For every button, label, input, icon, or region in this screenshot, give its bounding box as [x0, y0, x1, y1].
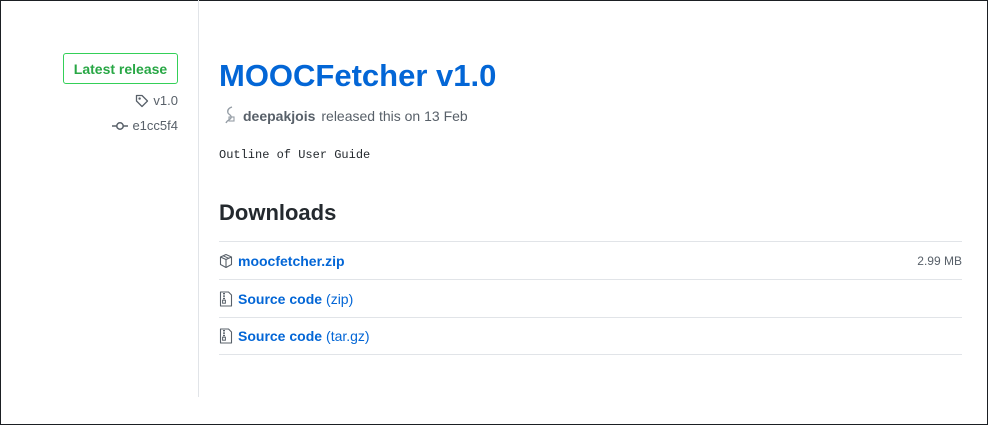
asset-name[interactable]: Source code	[238, 291, 322, 307]
release-meta-column: Latest release v1.0 e1cc5f4	[0, 0, 199, 397]
release-tag[interactable]: v1.0	[135, 93, 178, 108]
author-link[interactable]: deepakjois	[243, 108, 315, 124]
asset-format[interactable]: (tar.gz)	[326, 328, 370, 344]
commit-sha: e1cc5f4	[132, 118, 178, 133]
downloads-list: moocfetcher.zip 2.99 MB Source code (zip…	[219, 241, 962, 355]
file-zip-icon	[219, 290, 233, 307]
asset-size: 2.99 MB	[917, 253, 962, 268]
download-row[interactable]: Source code (zip)	[219, 279, 962, 317]
released-text: released this on 13 Feb	[321, 108, 468, 124]
git-commit-icon	[112, 121, 129, 130]
latest-release-badge[interactable]: Latest release	[63, 53, 178, 84]
package-icon	[219, 253, 233, 268]
download-row[interactable]: moocfetcher.zip 2.99 MB	[219, 241, 962, 279]
asset-format[interactable]: (zip)	[326, 291, 353, 307]
file-zip-icon	[219, 328, 233, 344]
asset-name[interactable]: moocfetcher.zip	[238, 253, 345, 269]
release-notes: Outline of User Guide	[219, 148, 371, 162]
tag-label: v1.0	[153, 93, 178, 108]
author-avatar-icon	[225, 106, 235, 124]
release-title[interactable]: MOOCFetcher v1.0	[219, 58, 496, 94]
release-commit[interactable]: e1cc5f4	[112, 118, 178, 133]
tag-icon	[136, 94, 149, 107]
download-row[interactable]: Source code (tar.gz)	[219, 317, 962, 355]
downloads-heading: Downloads	[219, 200, 337, 225]
release-byline: deepakjois released this on 13 Feb	[223, 106, 468, 126]
asset-name[interactable]: Source code	[238, 328, 322, 344]
